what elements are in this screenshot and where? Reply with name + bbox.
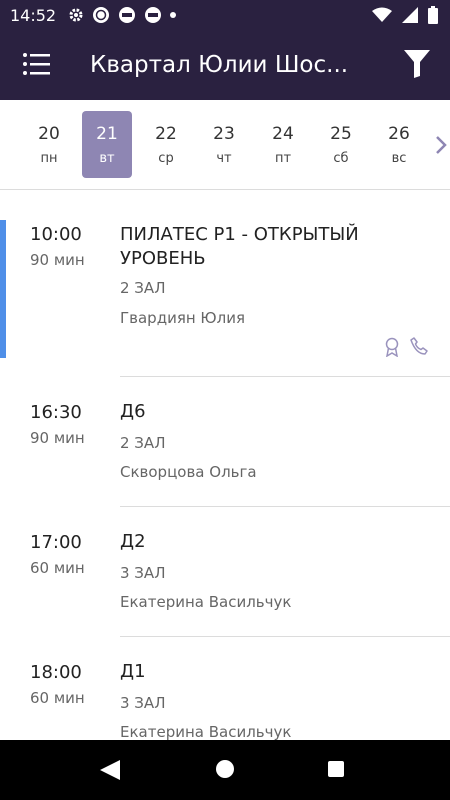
award-icon [385,337,399,357]
day-item-selected[interactable]: 21 вт [82,111,132,178]
day-number: 24 [272,124,294,144]
page-title: Квартал Юлии Шос... [90,52,349,78]
home-icon[interactable] [216,760,234,778]
day-number: 22 [155,124,177,144]
session-duration: 90 мин [30,429,85,447]
list-menu-icon[interactable] [22,52,50,76]
battery-icon [428,6,438,24]
system-icons [372,6,438,24]
session-time: 10:00 [30,224,82,245]
app-bar: Квартал Юлии Шос... [0,30,450,100]
day-of-week: пн [40,151,58,166]
day-number: 23 [213,124,235,144]
session-list: 10:00 90 мин ПИЛАТЕС Р1 - ОТКРЫТЫЙ УРОВЕ… [0,190,450,740]
day-of-week: чт [216,151,232,166]
current-session-marker [0,220,6,358]
day-number: 25 [330,124,352,144]
day-of-week: сб [333,151,349,166]
day-item[interactable]: 22 ср [141,111,191,178]
day-number: 21 [96,124,118,144]
day-item[interactable]: 26 вс [374,111,424,178]
session-badges [384,337,428,357]
session-room: 2 ЗАЛ [120,279,166,297]
day-item[interactable]: 25 сб [316,111,366,178]
recents-icon[interactable] [328,761,344,777]
session-name: Д2 [120,531,146,552]
notification-icons [68,6,176,24]
day-item[interactable]: 23 чт [199,111,249,178]
day-selector: 20 пн 21 вт 22 ср 23 чт 24 пт 25 сб 26 в… [0,100,450,190]
day-item[interactable]: 20 пн [24,111,74,178]
day-number: 20 [38,124,60,144]
phone-icon [410,337,428,355]
day-of-week: вс [391,151,407,166]
settings-gear-icon [69,8,83,22]
session-duration: 60 мин [30,559,85,577]
session-room: 3 ЗАЛ [120,564,166,582]
app-notification-icon [93,7,109,23]
status-time: 14:52 [10,6,57,25]
day-of-week: ср [158,151,174,166]
session-item[interactable]: 18:00 60 мин Д1 3 ЗАЛ Екатерина Васильчу… [0,637,450,740]
session-coach: Гвардиян Юлия [120,309,245,327]
session-duration: 60 мин [30,689,85,707]
session-item[interactable]: 16:30 90 мин Д6 2 ЗАЛ Скворцова Ольга [0,377,450,507]
app-notification-icon [119,7,135,23]
app-notification-icon [145,7,161,23]
session-room: 3 ЗАЛ [120,694,166,712]
signal-icon [402,7,418,23]
day-number: 26 [388,124,410,144]
day-item[interactable]: 24 пт [258,111,308,178]
session-item[interactable]: 17:00 60 мин Д2 3 ЗАЛ Екатерина Васильчу… [0,507,450,637]
session-coach: Скворцова Ольга [120,463,257,481]
session-coach: Екатерина Васильчук [120,723,292,740]
session-time: 16:30 [30,402,82,423]
session-name: Д1 [120,661,146,682]
status-bar: 14:52 [0,0,450,30]
session-item[interactable]: 10:00 90 мин ПИЛАТЕС Р1 - ОТКРЫТЫЙ УРОВЕ… [0,190,450,377]
back-icon[interactable] [100,760,120,780]
more-dot-icon [170,12,176,18]
session-duration: 90 мин [30,251,85,269]
chevron-right-icon[interactable] [434,134,448,156]
session-time: 18:00 [30,662,82,683]
session-name: Д6 [120,401,146,422]
day-of-week: вт [99,151,115,166]
session-room: 2 ЗАЛ [120,434,166,452]
session-name: ПИЛАТЕС Р1 - ОТКРЫТЫЙ УРОВЕНЬ [120,224,359,269]
system-nav-bar [0,740,450,800]
filter-icon[interactable] [404,50,430,78]
day-of-week: пт [274,151,292,166]
session-coach: Екатерина Васильчук [120,593,292,611]
wifi-icon [372,7,392,22]
session-time: 17:00 [30,532,82,553]
